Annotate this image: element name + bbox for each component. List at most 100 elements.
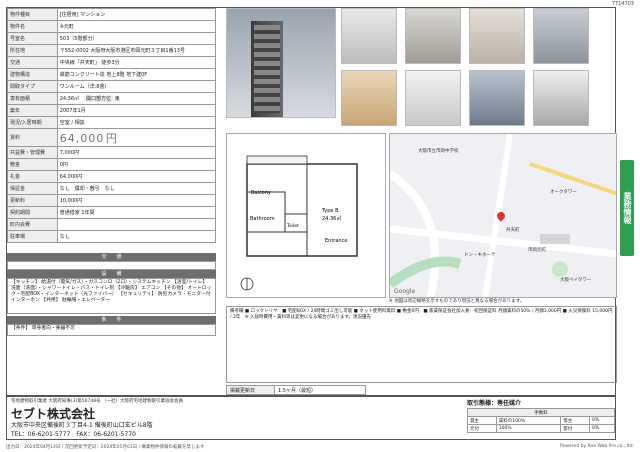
spec-key: 専有面積 [7,92,58,105]
spec-value: 2007年1月 [56,104,217,117]
room-photo-2[interactable] [405,8,461,64]
spec-value: 64,000円 [56,170,217,183]
spec-value: 503（5階部分） [56,32,217,45]
fee-row: 貸主 賃料の100% 借主 0% [467,416,615,425]
room-photo-5[interactable] [341,70,397,126]
spec-row: 保証金 なし 償却・敷引 なし [7,182,217,195]
spec-row: 物件種目 [住居用] マンション [7,8,217,21]
spec-row: 町内会費 [7,218,217,231]
spec-row: 築年 2007年1月 [7,104,217,117]
update-label: 掲載更新日 [226,385,275,395]
spec-value: 7,000円 [56,146,217,159]
footer: 宅地建物取引業者 大阪府知事(3)第56748号 （一社）大阪府宅地建物取引業協… [6,395,616,440]
spec-key: 所在地 [7,44,58,57]
bathroom-label: Bathroom [250,216,275,222]
spec-row: 賃料 64,000 円 [7,128,217,147]
fee-cell: 借主 [560,416,591,425]
spec-value: 普通借家 1年間 [56,206,217,219]
building-exterior-photo[interactable] [226,8,336,118]
floor-plan[interactable]: Balcony Type B 24.36㎡ Bathroom Toilet En… [226,133,386,298]
spec-table: 物件種目 [住居用] マンション 物件名 ※元町 号室名 503（5階部分） 所在地 〒552… [7,8,217,243]
spec-key: 交通 [7,56,58,69]
spec-row: 駐車場 なし [7,230,217,243]
spec-key: 町内会費 [7,218,58,231]
fee-cell: 賃料の100% [495,416,562,425]
rent-amount: 64,000 [59,131,105,145]
fee-row: 元付 100% 客付 0% [467,424,615,433]
property-sheet: 物件種目 [住居用] マンション 物件名 ※元町 号室名 503（5階部分） 所在地 〒552… [6,7,617,397]
spec-row: 建物構造 鉄筋コンクリート造 地上8階 地下建0F [7,68,217,81]
spec-value: 鉄筋コンクリート造 地上8階 地下建0F [56,68,217,81]
area-value: 24.36㎡ [59,96,80,102]
spec-value: 64,000 円 [56,128,217,147]
fee-header: 手数料 [467,408,615,417]
spec-key: 保証金 [7,182,58,195]
orientation-label: 開口部方位 [84,96,114,102]
spec-value: 24.36㎡ 開口部方位 東 [56,92,217,105]
orientation-value: 東 [114,96,120,102]
broker-value: 専任媒介 [497,400,522,407]
broker-box: 取引態様：専任媒介 手数料 貸主 賃料の100% 借主 0% 元付 100% 客付 0% [467,398,615,433]
spec-key: 間取タイプ [7,80,58,93]
spec-key: 駐車場 [7,230,58,243]
room-photo-7[interactable] [469,70,525,126]
spec-row: 現況/入居時期 空室 / 相談 [7,116,217,129]
rent-unit: 円 [105,131,118,145]
fee-cell: 客付 [560,424,591,433]
bottom-line: 出力日：2024年04月14日 / 次回更新予定日：2024年05月01日 / … [6,445,205,450]
room-photo-6[interactable] [405,70,461,126]
spec-value [56,218,217,231]
broker-title: 取引態様 [467,400,492,407]
plan-area-label: 24.36㎡ [322,215,341,222]
spec-key: 共益費・管理費 [7,146,58,159]
room-photo-3[interactable] [469,8,525,64]
remarks-box: 備考欄 ■ ロックトリヤ ■ 宅配BOX / 24時間ゴミ出し可能 ■ ネット使… [226,306,617,383]
spec-row: 礼金 64,000円 [7,170,217,183]
spec-value: ワンルーム（洋:8畳） [56,80,217,93]
license-text: 宅地建物取引業者 大阪府知事(3)第56748号 （一社）大阪府宅地建物取引業協… [11,399,184,404]
traffic-header: 交 通 [7,253,216,261]
floor-plan-drawing: Balcony Type B 24.36㎡ Bathroom Toilet En… [240,155,358,291]
traffic-body [7,261,216,270]
spec-value: 中央線「弁天町」 徒歩3分 [56,56,217,69]
update-value: 1.5ヶ月（最短） [274,385,366,395]
spec-value: 空室 / 相談 [56,116,217,129]
spec-row: 専有面積 24.36㎡ 開口部方位 東 [7,92,217,105]
business-info-tab[interactable]: 業務情報 [620,160,634,256]
spec-key: 敷金 [7,158,58,171]
company-tel: TEL：06-6201-5777 FAX：06-6201-5770 [11,431,136,438]
spec-row: 交通 中央線「弁天町」 徒歩3分 [7,56,217,69]
fee-cell: 0% [589,416,615,425]
spec-row: 共益費・管理費 7,000円 [7,146,217,159]
spec-key: 更新料 [7,194,58,207]
room-photo-8[interactable] [533,70,589,126]
room-photo-1[interactable] [341,8,397,64]
spec-value: なし 償却・敷引 なし [56,182,217,195]
spec-row: 敷金 0円 [7,158,217,171]
spec-row: 号室名 503（5階部分） [7,32,217,45]
fee-cell: 0% [589,424,615,433]
spec-value: 〒552-0002 大阪府大阪市港区市岡元町３丁目1番13号 [56,44,217,57]
spec-value: なし [56,230,217,243]
spec-key: 物件名 [7,20,58,33]
fee-cell: 元付 [467,424,497,433]
spec-key: 物件種目 [7,8,58,21]
spec-row: 更新料 10,000円 [7,194,217,207]
powered-by: Powered by Rea Web Pro co., ltd. [560,444,634,449]
fee-table: 手数料 貸主 賃料の100% 借主 0% 元付 100% 客付 0% [467,408,615,433]
conditions-header: 条 件 [7,316,216,324]
spec-key: 礼金 [7,170,58,183]
spec-key: 築年 [7,104,58,117]
update-table: 掲載更新日 1.5ヶ月（最短） [226,385,366,395]
location-map[interactable]: 大阪市立市岡中学校 弁天町 市岡元町 オークタワー ドン・キホーテ 大阪ベイタワ… [389,133,617,298]
conditions-text: 【条件】 単身者向・楽器不可 [7,324,216,336]
spec-key: 現況/入居時期 [7,116,58,129]
room-photo-4[interactable] [533,8,589,64]
map-label-station: 弁天町 [506,228,520,233]
fee-cell: 100% [495,424,562,433]
balcony-label: Balcony [251,190,271,196]
spec-key: 号室名 [7,32,58,45]
map-google-logo: Google [394,288,416,295]
map-label-area: 市岡元町 [528,248,546,253]
spec-value: 10,000円 [56,194,217,207]
